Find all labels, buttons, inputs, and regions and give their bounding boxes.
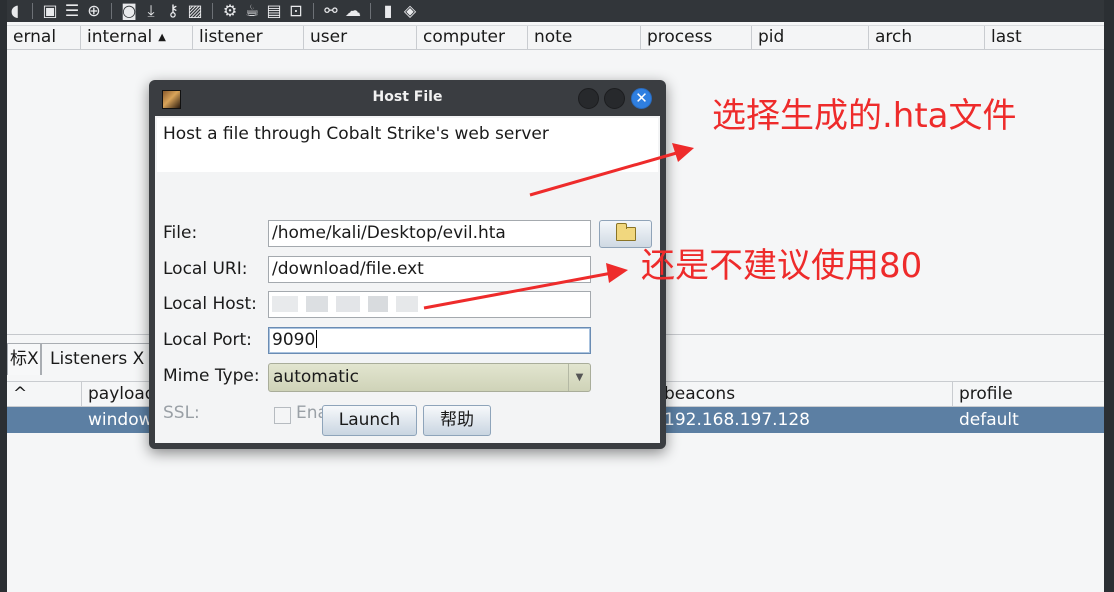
cube-icon[interactable]: ◈: [399, 1, 421, 21]
local-uri-field[interactable]: /download/file.ext: [268, 256, 591, 283]
minimize-button[interactable]: [578, 88, 599, 109]
chevron-down-icon[interactable]: ▼: [568, 364, 590, 391]
row-name-cell: [7, 407, 82, 433]
column-header-arch[interactable]: arch: [869, 26, 985, 49]
annotation-port-note: 还是不建议使用80: [641, 246, 923, 286]
toolbar-separator: [212, 3, 213, 19]
window-frame-right: [1104, 0, 1114, 592]
text-caret: [316, 330, 318, 348]
ssl-label: SSL:: [163, 403, 200, 423]
network-icon[interactable]: ▣: [39, 1, 61, 21]
redacted-block: [396, 296, 418, 312]
file-path-field[interactable]: /home/kali/Desktop/evil.hta: [268, 220, 591, 247]
launch-button[interactable]: Launch: [322, 405, 417, 436]
column-header-note[interactable]: note: [528, 26, 641, 49]
redacted-block: [306, 296, 328, 312]
mime-type-label: Mime Type:: [163, 366, 260, 386]
local-host-field[interactable]: [268, 291, 591, 318]
file-label: File:: [163, 223, 198, 243]
list-icon[interactable]: ☰: [61, 1, 83, 21]
window-frame-left: [0, 0, 7, 592]
folder-icon: [615, 223, 636, 241]
document-icon[interactable]: ▤: [263, 1, 285, 21]
mime-type-select[interactable]: automatic ▼: [268, 363, 591, 392]
toolbar: ◖ ▣ ☰ ⊕ ◙ ⤓ ⚷ ▨ ⚙ ☕ ▤ ⊡ ⚯ ☁ ▮ ◈: [0, 0, 1114, 22]
enable-ssl-checkbox[interactable]: [274, 407, 291, 424]
sessions-table-header: ernal internal ▲ listener user computer n…: [7, 25, 1104, 50]
dialog-description: Host a file through Cobalt Strike's web …: [157, 118, 658, 172]
column-header-last[interactable]: last: [985, 26, 1104, 49]
toolbar-separator: [111, 3, 112, 19]
toolbar-separator: [313, 3, 314, 19]
redacted-block: [336, 296, 360, 312]
target-icon[interactable]: ⊕: [83, 1, 105, 21]
image-icon[interactable]: ▨: [184, 1, 206, 21]
local-port-field[interactable]: 9090: [268, 327, 591, 354]
column-header-beacons[interactable]: beacons: [658, 382, 953, 406]
tab-listeners[interactable]: Listeners X: [41, 343, 154, 375]
local-port-value: 9090: [272, 330, 316, 350]
cloud-icon[interactable]: ☁: [342, 1, 364, 21]
column-header-computer[interactable]: computer: [417, 26, 528, 49]
download-icon[interactable]: ⤓: [140, 1, 162, 21]
local-host-label: Local Host:: [163, 294, 257, 314]
help-button[interactable]: 帮助: [423, 405, 491, 436]
row-beacons-cell: 192.168.197.128: [664, 410, 811, 430]
column-header-name[interactable]: ^: [7, 382, 82, 406]
settings-icon[interactable]: ⚙: [219, 1, 241, 21]
screenshot-icon[interactable]: ◙: [118, 1, 140, 21]
book-icon[interactable]: ▮: [377, 1, 399, 21]
row-profile-cell: default: [959, 410, 1019, 430]
column-header-process[interactable]: process: [641, 26, 752, 49]
local-uri-label: Local URI:: [163, 259, 248, 279]
dialog-body: Host a file through Cobalt Strike's web …: [155, 116, 660, 443]
column-header-pid[interactable]: pid: [752, 26, 869, 49]
redacted-block: [272, 296, 298, 312]
key-icon[interactable]: ⚷: [162, 1, 184, 21]
toolbar-separator: [32, 3, 33, 19]
sort-ascending-icon: ▲: [158, 32, 166, 43]
column-header-profile[interactable]: profile: [953, 382, 1104, 406]
close-button[interactable]: ✕: [631, 88, 652, 109]
headphones-icon[interactable]: ◖: [4, 1, 26, 21]
dialog-titlebar[interactable]: Host File ✕: [149, 80, 666, 116]
toolbar-separator: [370, 3, 371, 19]
coffee-icon[interactable]: ☕: [241, 1, 263, 21]
maximize-button[interactable]: [604, 88, 625, 109]
close-icon: ✕: [635, 89, 648, 107]
link-icon[interactable]: ⚯: [320, 1, 342, 21]
column-header-listener[interactable]: listener: [193, 26, 304, 49]
bottom-tabbar: 标X Listeners X: [7, 343, 154, 375]
host-file-dialog: Host File ✕ Host a file through Cobalt S…: [149, 80, 666, 449]
tab-previous[interactable]: 标X: [7, 343, 41, 375]
column-header-internal[interactable]: internal ▲: [81, 26, 193, 49]
redacted-block: [368, 296, 388, 312]
column-header-user[interactable]: user: [304, 26, 417, 49]
annotation-file-note: 选择生成的.hta文件: [712, 96, 1017, 136]
column-header-external[interactable]: ernal: [7, 26, 81, 49]
local-port-label: Local Port:: [163, 330, 252, 350]
terminal-icon[interactable]: ⊡: [285, 1, 307, 21]
mime-type-value: automatic: [273, 367, 359, 387]
